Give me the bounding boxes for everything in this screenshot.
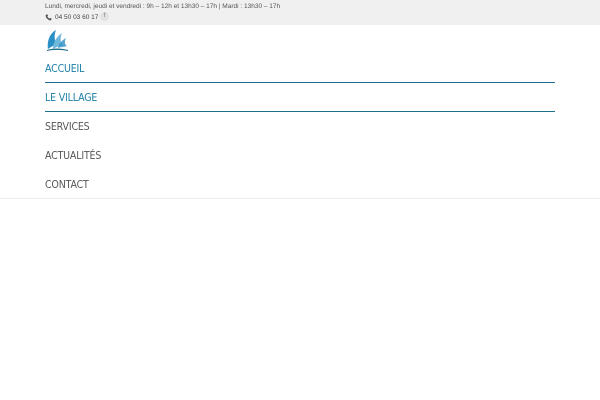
village-logo-icon xyxy=(47,30,68,51)
nav-item-services[interactable]: SERVICES xyxy=(45,112,555,141)
facebook-icon[interactable]: f xyxy=(100,12,109,21)
nav-item-label: SERVICES xyxy=(45,120,90,133)
main-navigation: ACCUEIL LE VILLAGE SERVICES ACTUALITÉS C… xyxy=(45,54,555,199)
top-bar: Lundi, mercredi, jeudi et vendredi : 9h … xyxy=(0,0,600,25)
opening-hours: Lundi, mercredi, jeudi et vendredi : 9h … xyxy=(45,3,281,10)
nav-item-actualites[interactable]: ACTUALITÉS xyxy=(45,141,555,170)
nav-item-label: ACCUEIL xyxy=(45,62,85,75)
site-logo[interactable] xyxy=(45,27,69,53)
phone-number: 04 50 03 60 17 xyxy=(55,13,99,21)
nav-item-label: CONTACT xyxy=(45,178,89,191)
header-divider xyxy=(0,198,600,199)
nav-item-label: LE VILLAGE xyxy=(45,91,98,104)
nav-item-contact[interactable]: CONTACT xyxy=(45,170,555,199)
phone-icon xyxy=(45,13,52,20)
phone-link[interactable]: 04 50 03 60 17 xyxy=(45,13,98,21)
nav-item-accueil[interactable]: ACCUEIL xyxy=(45,54,555,83)
nav-item-le-village[interactable]: LE VILLAGE xyxy=(45,83,555,112)
nav-item-label: ACTUALITÉS xyxy=(45,149,102,162)
